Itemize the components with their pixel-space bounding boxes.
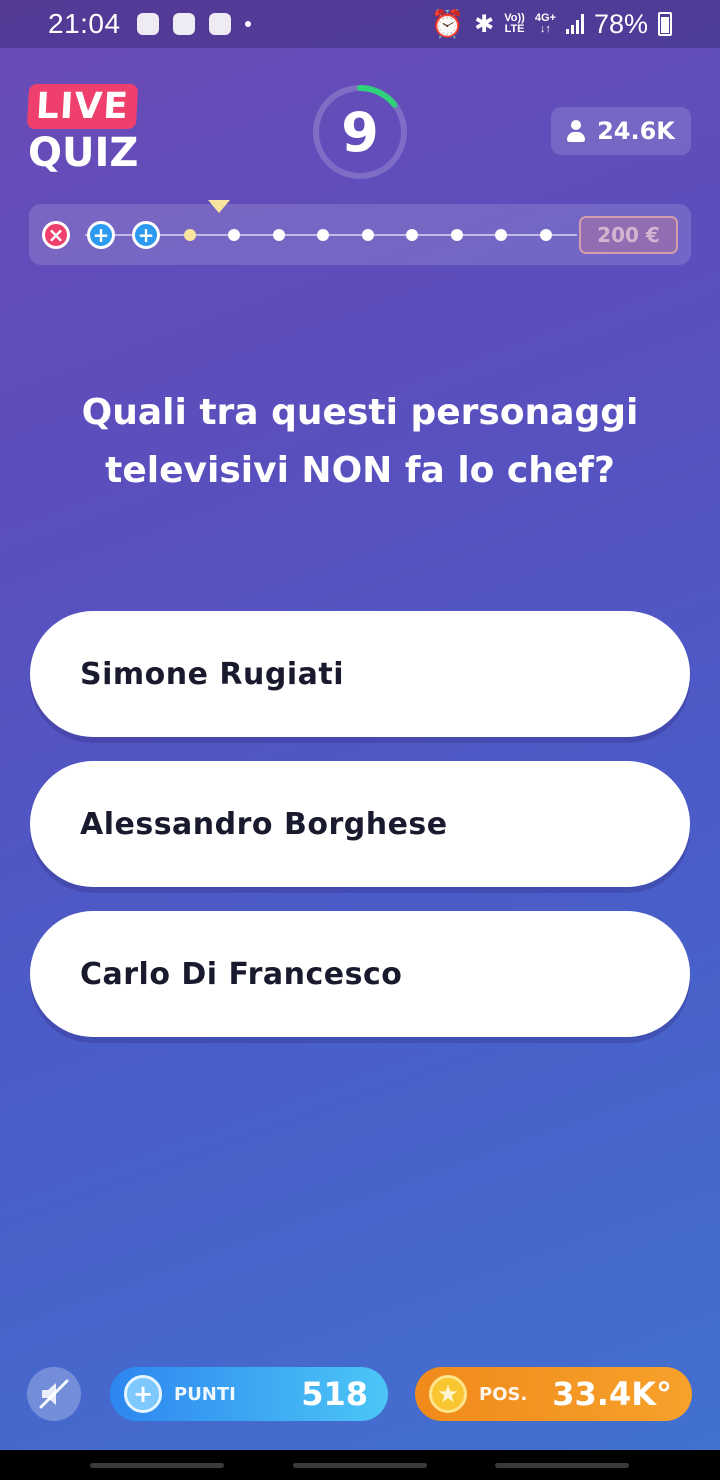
answer-option-3[interactable]: Carlo Di Francesco <box>30 911 690 1037</box>
progress-step-pending <box>362 229 374 241</box>
nav-recents-button[interactable] <box>90 1463 224 1468</box>
answer-option-2[interactable]: Alessandro Borghese <box>30 761 690 887</box>
game-app-icon <box>136 13 159 35</box>
live-quiz-logo: LIVE QUIZ <box>26 84 148 176</box>
answer-label: Carlo Di Francesco <box>80 956 403 992</box>
question-progress: × + + 200 € <box>29 200 691 265</box>
progress-step-extra-life: + <box>87 221 115 249</box>
progress-step-pending <box>273 229 285 241</box>
diamond-plus-icon: + <box>124 1375 162 1413</box>
nav-home-button[interactable] <box>293 1463 427 1468</box>
step-dot <box>495 229 507 241</box>
step-dot <box>317 229 329 241</box>
bluetooth-icon: ✱ <box>474 10 495 38</box>
question-line-2: televisivi NON fa lo chef? <box>105 450 615 491</box>
step-dot <box>451 229 463 241</box>
answer-label: Alessandro Borghese <box>80 806 448 842</box>
tasks-icon <box>208 13 231 35</box>
question-line-1: Quali tra questi personaggi <box>81 392 639 433</box>
timer-value: 9 <box>341 100 379 164</box>
volte-icon: Vo)) LTE <box>504 13 525 35</box>
network-type-icon: 4G+ ↓↑ <box>535 13 556 35</box>
logo-live-text: LIVE <box>26 84 138 129</box>
points-label: PUNTI <box>174 1383 236 1405</box>
step-dot <box>228 229 240 241</box>
progress-step-pending <box>451 229 463 241</box>
notification-icons <box>136 13 251 35</box>
progress-step-pending <box>495 229 507 241</box>
current-step-marker-icon <box>208 200 230 213</box>
wrong-answer-icon: × <box>42 221 70 249</box>
current-step-dot <box>184 229 196 241</box>
logo-quiz-text: QUIZ <box>28 130 139 176</box>
points-value: 518 <box>301 1375 368 1413</box>
user-icon <box>567 120 586 142</box>
signal-icon <box>565 14 584 34</box>
progress-step-pending <box>406 229 418 241</box>
step-dot <box>362 229 374 241</box>
nav-back-button[interactable] <box>495 1463 629 1468</box>
answer-option-1[interactable]: Simone Rugiati <box>30 611 690 737</box>
extra-life-icon: + <box>132 221 160 249</box>
progress-step-pending <box>228 229 240 241</box>
question-text: Quali tra questi personaggi televisivi N… <box>60 384 660 500</box>
progress-step-extra-life: + <box>132 221 160 249</box>
answer-label: Simone Rugiati <box>80 656 344 692</box>
position-pill: ★ POS. 33.4K° <box>415 1367 692 1421</box>
battery-icon <box>658 12 672 36</box>
step-dot <box>406 229 418 241</box>
volte-bottom: LTE <box>504 23 525 35</box>
countdown-timer: 9 <box>311 83 409 181</box>
viewers-count: 24.6K <box>551 107 691 155</box>
mute-button[interactable] <box>27 1367 81 1421</box>
step-dot <box>273 229 285 241</box>
more-notifications-icon <box>244 21 251 27</box>
battery-percent: 78% <box>593 8 648 39</box>
progress-step-current <box>184 229 196 241</box>
alarm-icon: ⏰ <box>430 9 465 39</box>
speaker-muted-icon <box>39 1379 69 1409</box>
progress-step-pending <box>317 229 329 241</box>
prize-badge: 200 € <box>579 216 678 254</box>
position-label: POS. <box>479 1383 528 1405</box>
progress-step-pending <box>540 229 552 241</box>
medal-icon: ★ <box>429 1375 467 1413</box>
progress-step-wrong: × <box>42 221 70 249</box>
system-nav-bar <box>0 1450 720 1480</box>
status-bar: 21:04 ⏰ ✱ Vo)) LTE 4G+ ↓↑ 78% <box>0 0 720 48</box>
points-pill: + PUNTI 518 <box>110 1367 388 1421</box>
system-icons: ⏰ ✱ Vo)) LTE 4G+ ↓↑ 78% <box>431 8 672 40</box>
position-value: 33.4K° <box>552 1375 672 1413</box>
discord-icon <box>172 13 195 35</box>
extra-life-icon: + <box>87 221 115 249</box>
status-time: 21:04 <box>48 8 121 39</box>
network-bottom: ↓↑ <box>539 23 551 35</box>
step-dot <box>540 229 552 241</box>
viewers-value: 24.6K <box>597 117 675 145</box>
